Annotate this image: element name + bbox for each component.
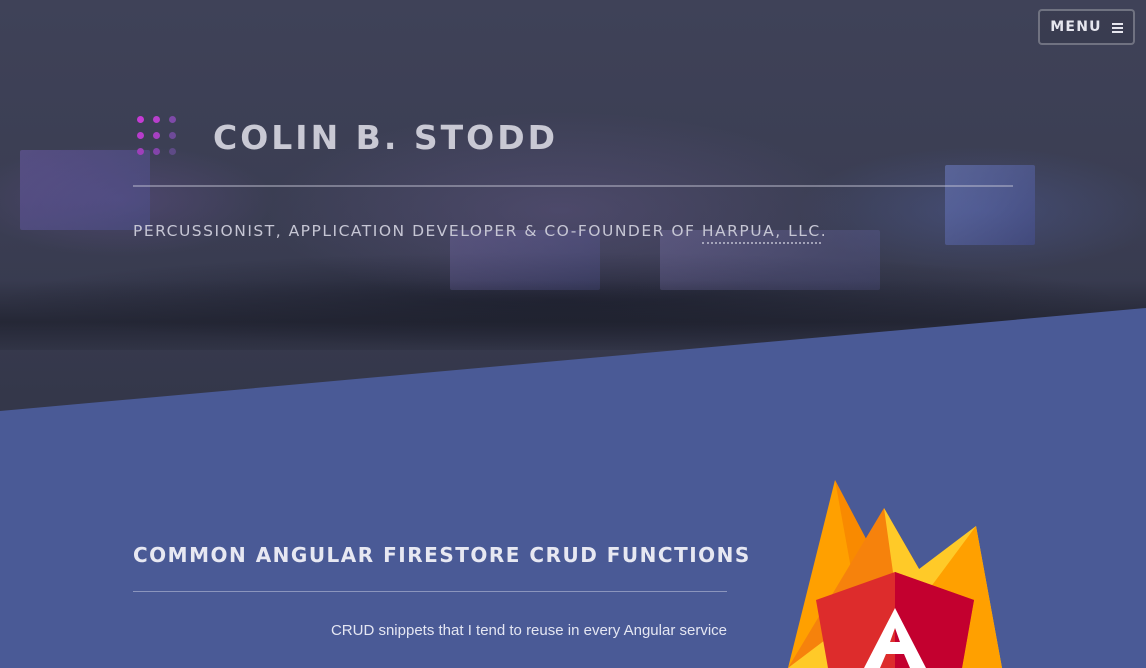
site-title[interactable]: COLIN B. STODD — [213, 118, 558, 157]
firebase-angular-logo[interactable] — [780, 478, 1010, 668]
menu-button[interactable]: MENU — [1038, 9, 1135, 45]
post-description: CRUD snippets that I tend to reuse in ev… — [330, 622, 727, 639]
tagline: PERCUSSIONIST, APPLICATION DEVELOPER & C… — [133, 222, 828, 244]
tagline-period: . — [820, 222, 828, 240]
harpua-link[interactable]: HARPUA, LLC — [701, 222, 821, 244]
dot-grid-logo[interactable] — [134, 113, 182, 161]
menu-label: MENU — [1050, 19, 1102, 35]
stage-screen-left — [20, 150, 150, 230]
stage-screen-right — [945, 165, 1035, 245]
tagline-text: PERCUSSIONIST, APPLICATION DEVELOPER & C… — [133, 222, 702, 240]
header-divider — [133, 185, 1013, 187]
hamburger-icon — [1111, 22, 1123, 33]
post-title[interactable]: COMMON ANGULAR FIRESTORE CRUD FUNCTIONS — [133, 543, 749, 567]
post-divider — [133, 591, 727, 592]
